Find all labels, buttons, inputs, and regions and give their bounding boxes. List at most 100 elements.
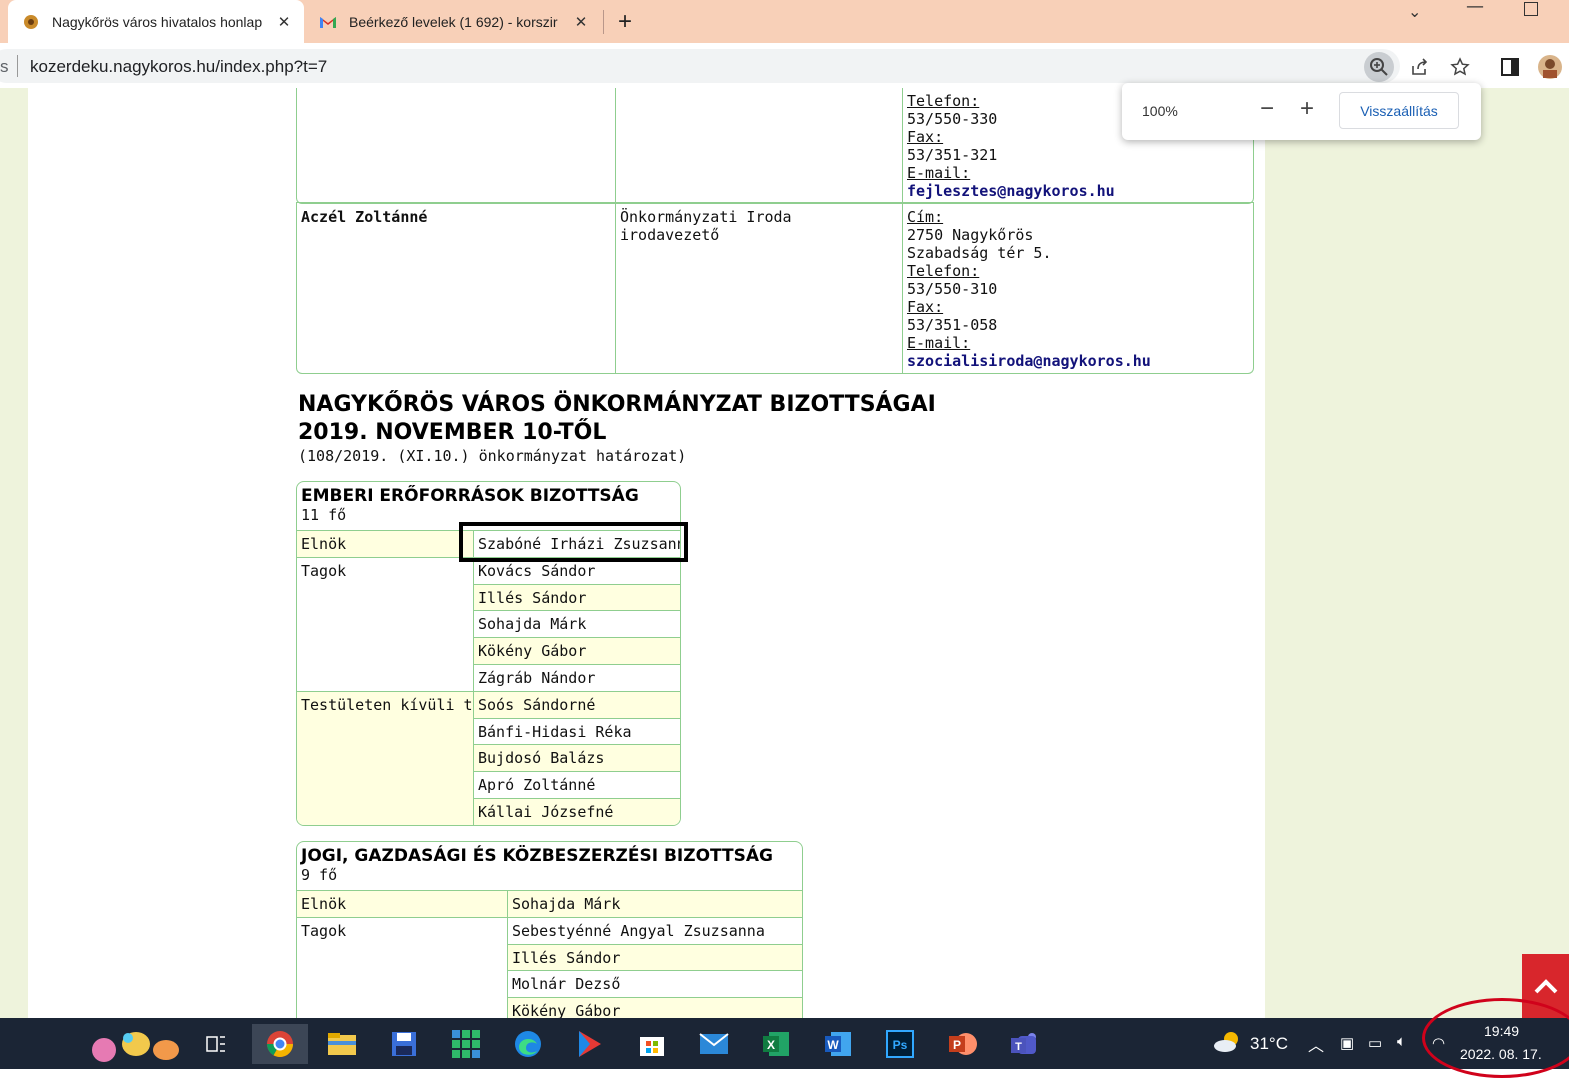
member-name: Kökény Gábor — [508, 997, 802, 1018]
zoom-in-button[interactable]: + — [1300, 95, 1314, 123]
zoom-out-button[interactable]: − — [1260, 95, 1274, 123]
profile-avatar[interactable] — [1535, 52, 1565, 82]
resolution-note: (108/2019. (XI.10.) önkormányzat határoz… — [298, 447, 687, 465]
task-view-icon[interactable] — [196, 1024, 236, 1064]
phone-value: 53/550-310 — [907, 280, 998, 298]
label-email: E-mail: — [907, 164, 971, 182]
contact-position: Önkormányzati Iroda irodavezető — [616, 205, 796, 247]
fax-value: 53/351-058 — [907, 316, 998, 334]
member-name: Bánfi-Hidasi Réka — [474, 718, 680, 745]
zoom-icon[interactable] — [1364, 52, 1394, 82]
windows-grid-icon[interactable] — [446, 1024, 486, 1064]
url-divider — [17, 55, 18, 77]
member-name: Soós Sándorné — [474, 691, 680, 718]
chevron-up-icon[interactable]: ︿ — [1308, 1032, 1324, 1056]
zoom-reset-button[interactable]: Visszaállítás — [1339, 92, 1459, 129]
close-tab-icon[interactable]: ✕ — [272, 13, 296, 31]
decorative-fish-icon — [88, 1024, 184, 1064]
tab-nagykoros[interactable]: Nagykőrös város hivatalos honlap ✕ — [8, 0, 304, 43]
highlight-box — [459, 522, 688, 562]
email-link[interactable]: fejlesztes@nagykoros.hu — [907, 182, 1115, 200]
member-name: Kökény Gábor — [474, 637, 680, 664]
mail-icon[interactable] — [694, 1024, 734, 1064]
chevron-down-icon[interactable]: ⌄ — [1408, 2, 1421, 21]
tab-strip: Nagykőrös város hivatalos honlap ✕ Beérk… — [0, 0, 1569, 43]
address-city: 2750 Nagykőrös — [907, 226, 1034, 244]
member-name: Zágráb Nándor — [474, 664, 680, 691]
file-explorer-icon[interactable] — [322, 1024, 362, 1064]
foxit-pdf-icon[interactable] — [570, 1024, 610, 1064]
battery-icon[interactable]: ▭ — [1368, 1034, 1382, 1052]
zoom-popup: 100% − + Visszaállítás — [1122, 83, 1481, 140]
speaker-icon[interactable]: 🔈︎ — [1397, 1033, 1406, 1050]
close-tab-icon[interactable]: ✕ — [569, 13, 593, 31]
camera-icon[interactable]: ▣ — [1340, 1034, 1354, 1052]
role-chair: Elnök — [297, 890, 508, 917]
committee-count: 9 fő — [301, 866, 338, 884]
store-icon[interactable] — [632, 1024, 672, 1064]
annotation-circle — [1422, 998, 1569, 1078]
contact-details: Telefon: 53/550-330 Fax: 53/351-321 E-ma… — [903, 89, 1119, 203]
title-line-2: 2019. NOVEMBER 10-TŐL — [298, 420, 607, 445]
address-street: Szabadság tér 5. — [907, 244, 1052, 262]
contact-row: Aczél Zoltánné Önkormányzati Iroda iroda… — [296, 202, 1254, 374]
committee-title: EMBERI ERŐFORRÁSOK BIZOTTSÁG — [301, 486, 639, 506]
bookmark-star-icon[interactable] — [1445, 52, 1475, 82]
position-title: irodavezető — [620, 226, 720, 244]
city-crest-icon — [22, 13, 40, 31]
position-department: Önkormányzati Iroda — [620, 208, 792, 226]
tab-gmail[interactable]: Beérkező levelek (1 692) - korszir ✕ — [305, 0, 601, 43]
tab-divider — [603, 10, 604, 34]
contact-row: Telefon: 53/550-330 Fax: 53/351-321 E-ma… — [296, 88, 1254, 204]
member-name: Illés Sándor — [474, 584, 680, 611]
svg-text:X: X — [767, 1038, 775, 1052]
svg-text:P: P — [953, 1038, 961, 1052]
gmail-icon — [319, 13, 337, 31]
label-email: E-mail: — [907, 334, 971, 352]
label-phone: Telefon: — [907, 262, 980, 280]
svg-text:T: T — [1015, 1041, 1022, 1053]
phone-value: 53/550-330 — [907, 110, 998, 128]
word-icon[interactable]: W — [818, 1024, 858, 1064]
edge-icon[interactable] — [508, 1024, 548, 1064]
page-title: NAGYKŐRÖS VÁROS ÖNKORMÁNYZAT BIZOTTSÁGAI… — [298, 391, 936, 447]
weather-temperature[interactable]: 31°C — [1250, 1034, 1288, 1054]
url-prefix: s — [0, 57, 9, 76]
page-content: Telefon: 53/550-330 Fax: 53/351-321 E-ma… — [28, 88, 1265, 1018]
teams-icon[interactable]: T — [1004, 1024, 1044, 1064]
tab-title: Nagykőrös város hivatalos honlap — [52, 13, 263, 30]
email-link[interactable]: szocialisiroda@nagykoros.hu — [907, 352, 1151, 370]
committee-table: JOGI, GAZDASÁGI ÉS KÖZBESZERZÉSI BIZOTTS… — [296, 841, 803, 1018]
member-name: Sebestyénné Angyal Zsuzsanna — [508, 917, 802, 944]
weather-icon[interactable] — [1212, 1030, 1242, 1059]
contact-name: Aczél Zoltánné — [301, 208, 428, 226]
save-disk-icon[interactable] — [384, 1024, 424, 1064]
zoom-level: 100% — [1142, 103, 1178, 119]
url-text[interactable]: kozerdeku.nagykoros.hu/index.php?t=7 — [30, 57, 327, 77]
chrome-icon[interactable] — [252, 1024, 308, 1064]
label-address: Cím: — [907, 208, 944, 226]
maximize-icon[interactable] — [1524, 2, 1538, 16]
member-name: Bujdosó Balázs — [474, 744, 680, 771]
label-fax: Fax: — [907, 298, 944, 316]
minimize-icon[interactable]: — — [1466, 0, 1484, 17]
new-tab-button[interactable]: + — [618, 8, 632, 36]
member-name: Sohajda Márk — [508, 890, 802, 917]
photoshop-icon[interactable]: Ps — [880, 1024, 920, 1064]
role-chair: Elnök — [297, 530, 474, 557]
member-name: Apró Zoltánné — [474, 771, 680, 798]
side-panel-icon[interactable] — [1495, 52, 1525, 82]
powerpoint-icon[interactable]: P — [942, 1024, 982, 1064]
label-phone: Telefon: — [907, 92, 980, 110]
member-name: Molnár Dezső — [508, 970, 802, 997]
share-icon[interactable] — [1405, 52, 1435, 82]
excel-icon[interactable]: X — [756, 1024, 796, 1064]
contact-details: Cím: 2750 Nagykőrös Szabadság tér 5. Tel… — [903, 205, 1155, 373]
label-fax: Fax: — [907, 128, 944, 146]
svg-text:Ps: Ps — [893, 1038, 908, 1052]
role-external: Testületen kívüli tagok — [297, 691, 509, 825]
browser-toolbar: s kozerdeku.nagykoros.hu/index.php?t=7 — [0, 43, 1569, 88]
member-name: Kállai Józsefné — [474, 798, 680, 825]
member-name: Sohajda Márk — [474, 610, 680, 637]
role-members: Tagok — [297, 557, 474, 691]
